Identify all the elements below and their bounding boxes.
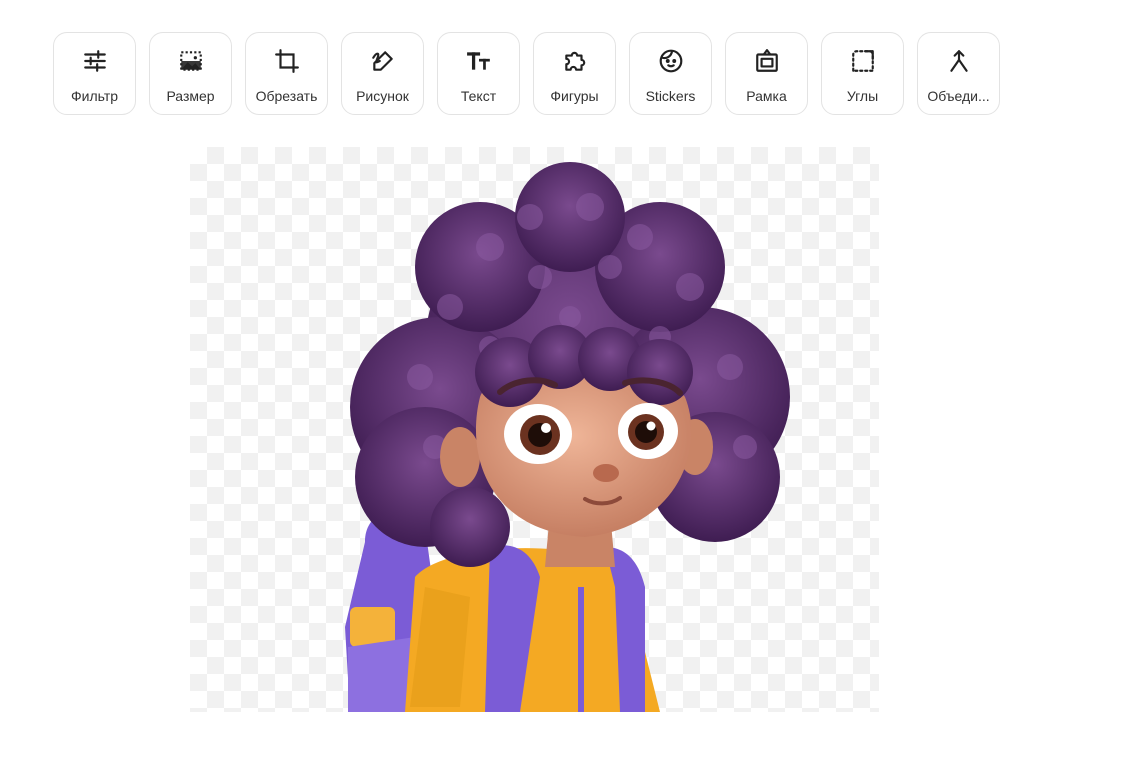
merge-button[interactable]: Объеди... — [917, 32, 1000, 115]
crop-button[interactable]: Обрезать — [245, 32, 328, 115]
editor-toolbar: Фильтр Размер Обрезать Рисунок Текст Фиг… — [53, 32, 1000, 115]
draw-pen-icon — [369, 47, 397, 75]
stickers-label: Stickers — [645, 88, 696, 104]
image-canvas[interactable] — [190, 147, 879, 712]
draw-label: Рисунок — [356, 88, 409, 104]
cartoon-child-image — [345, 162, 790, 712]
text-label: Текст — [460, 88, 497, 104]
text-button[interactable]: Текст — [437, 32, 520, 115]
draw-button[interactable]: Рисунок — [341, 32, 424, 115]
merge-icon — [945, 47, 973, 75]
puzzle-shape-icon — [561, 47, 589, 75]
resize-label: Размер — [166, 88, 215, 104]
text-icon — [465, 47, 493, 75]
crop-label: Обрезать — [255, 88, 318, 104]
frame-icon — [753, 47, 781, 75]
stickers-button[interactable]: Stickers — [629, 32, 712, 115]
corners-label: Углы — [846, 88, 879, 104]
shapes-label: Фигуры — [550, 88, 599, 104]
filter-label: Фильтр — [70, 88, 119, 104]
shapes-button[interactable]: Фигуры — [533, 32, 616, 115]
merge-label: Объеди... — [927, 88, 990, 104]
crop-icon — [273, 47, 301, 75]
corners-icon — [849, 47, 877, 75]
sticker-face-icon — [657, 47, 685, 75]
frame-label: Рамка — [746, 88, 787, 104]
resize-image-icon — [177, 47, 205, 75]
corners-button[interactable]: Углы — [821, 32, 904, 115]
frame-button[interactable]: Рамка — [725, 32, 808, 115]
filter-button[interactable]: Фильтр — [53, 32, 136, 115]
sliders-icon — [81, 47, 109, 75]
resize-button[interactable]: Размер — [149, 32, 232, 115]
